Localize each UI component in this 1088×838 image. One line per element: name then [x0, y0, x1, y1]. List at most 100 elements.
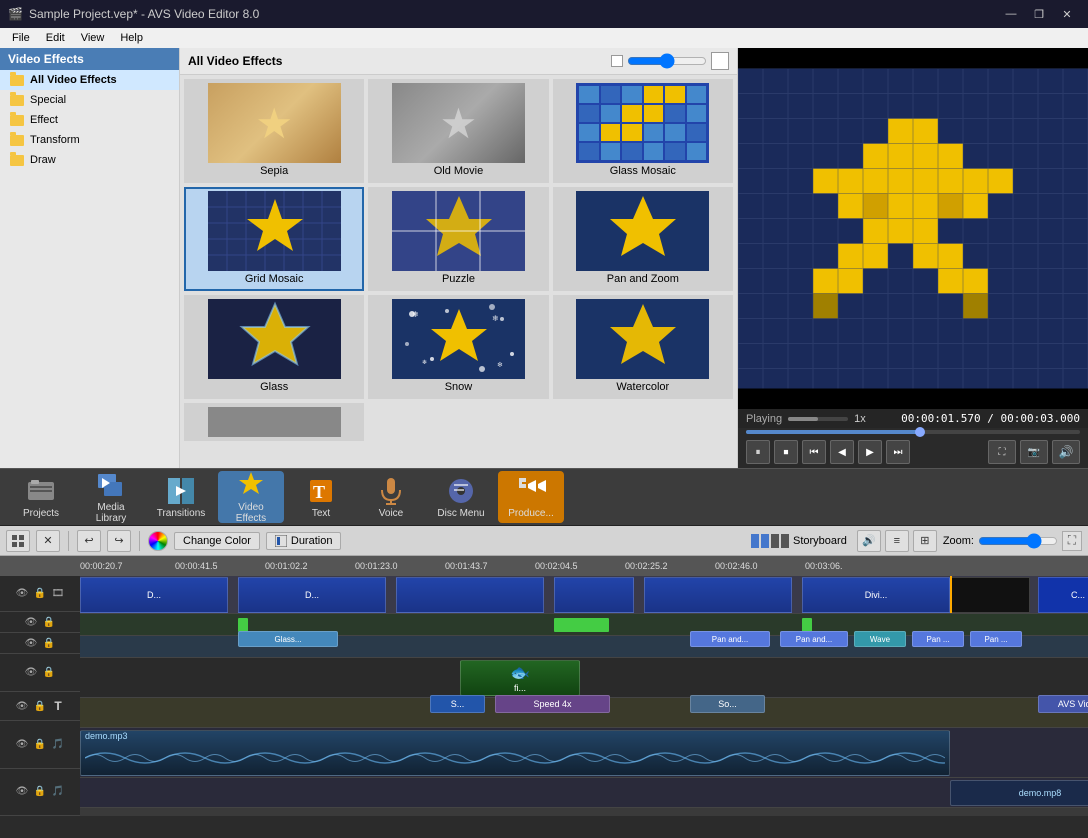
tl-delete-button[interactable]: ✕: [36, 530, 60, 552]
fullscreen-button[interactable]: ⛶: [988, 440, 1016, 464]
effect-clip-pan1[interactable]: Pan and...: [690, 631, 770, 647]
track-lock3[interactable]: 🔒: [42, 636, 56, 650]
folder-icon: [10, 115, 24, 126]
video-clip-1[interactable]: D...: [80, 577, 228, 613]
audio-clip-demo-mp3[interactable]: demo.mp3: [80, 730, 950, 776]
tl-grid-button[interactable]: [6, 530, 30, 552]
projects-button[interactable]: Projects: [8, 471, 74, 523]
effect-extra1[interactable]: [184, 403, 364, 441]
track-music2-icon: 🎵: [51, 785, 65, 799]
menu-file[interactable]: File: [4, 30, 38, 46]
video-track-row: D... D... Divi...: [80, 576, 1088, 614]
track-ctrl-overlay: 👁 🔒: [0, 612, 80, 633]
ruler-mark-9: 00:03:06.: [805, 561, 843, 571]
size-large-button[interactable]: [711, 52, 729, 70]
track-eye2[interactable]: 👁: [24, 615, 38, 629]
transitions-button[interactable]: Transitions: [148, 471, 214, 523]
video-clip-6[interactable]: Divi...: [802, 577, 950, 613]
seek-bar[interactable]: [746, 430, 1080, 434]
stop-button[interactable]: ⏹: [774, 440, 798, 464]
preview-panel: Playing 1x 00:00:01.570 / 00:00:03.000 ⏸…: [738, 48, 1088, 468]
maximize-button[interactable]: ❐: [1026, 5, 1052, 23]
effect-clip-pan4[interactable]: Pan ...: [970, 631, 1022, 647]
tracks-area[interactable]: D... D... Divi...: [80, 576, 1088, 816]
volume-button[interactable]: 🔊: [1052, 440, 1080, 464]
track-eye7[interactable]: 👁: [15, 785, 29, 799]
disc-menu-button[interactable]: Disc Menu: [428, 471, 494, 523]
effect-watercolor[interactable]: Watercolor: [553, 295, 733, 399]
ruler-mark-3: 00:01:02.2: [265, 561, 308, 571]
size-small-button[interactable]: [611, 55, 623, 67]
color-circle[interactable]: [148, 531, 168, 551]
video-clip-7[interactable]: C...: [1038, 577, 1088, 613]
track-lock5[interactable]: 🔒: [33, 699, 47, 713]
produce-button[interactable]: Produce...: [498, 471, 564, 523]
nav-effect[interactable]: Effect: [0, 110, 179, 130]
minimize-button[interactable]: —: [998, 5, 1024, 23]
effect-clip-pan2[interactable]: Pan and...: [780, 631, 848, 647]
text-clip-so[interactable]: So...: [690, 695, 765, 713]
menu-view[interactable]: View: [73, 30, 113, 46]
tl-undo-button[interactable]: ↩: [77, 530, 101, 552]
text-clip-avs[interactable]: AVS Vid...: [1038, 695, 1088, 713]
video-clip-5[interactable]: [644, 577, 792, 613]
tl-redo-button[interactable]: ↪: [107, 530, 131, 552]
tl-extra2[interactable]: ⊞: [913, 530, 937, 552]
expand-button[interactable]: ⛶: [1062, 531, 1082, 551]
effect-oldmovie[interactable]: ★ Old Movie: [368, 79, 548, 183]
effects-grid-area[interactable]: ★ Sepia ★ Old Movie: [180, 75, 737, 468]
track-eye5[interactable]: 👁: [15, 699, 29, 713]
close-button[interactable]: ✕: [1054, 5, 1080, 23]
size-slider[interactable]: [627, 53, 707, 69]
track-lock6[interactable]: 🔒: [33, 737, 47, 751]
nav-special[interactable]: Special: [0, 90, 179, 110]
track-lock7[interactable]: 🔒: [33, 785, 47, 799]
sound-button[interactable]: 🔊: [857, 530, 881, 552]
prev-button[interactable]: ◀: [830, 440, 854, 464]
track-lock2[interactable]: 🔒: [42, 615, 56, 629]
media-clip-fish[interactable]: 🐟 fi...: [460, 660, 580, 696]
track-eye-icon[interactable]: 👁: [15, 587, 29, 601]
effect-glass[interactable]: Glass: [184, 295, 364, 399]
track-eye3[interactable]: 👁: [24, 636, 38, 650]
nav-transform[interactable]: Transform: [0, 130, 179, 150]
menu-help[interactable]: Help: [112, 30, 151, 46]
voice-button[interactable]: Voice: [358, 471, 424, 523]
track-eye6[interactable]: 👁: [15, 737, 29, 751]
video-effects-button[interactable]: Video Effects: [218, 471, 284, 523]
nav-draw[interactable]: Draw: [0, 150, 179, 170]
effect-gridmosaic[interactable]: Grid Mosaic: [184, 187, 364, 291]
video-clip-3[interactable]: [396, 577, 544, 613]
media-library-button[interactable]: Media Library: [78, 471, 144, 523]
play-pause-button[interactable]: ⏸: [746, 440, 770, 464]
text-button[interactable]: T Text: [288, 471, 354, 523]
storyboard-label[interactable]: Storyboard: [793, 535, 847, 547]
effect-clip-pan3[interactable]: Pan ...: [912, 631, 964, 647]
next-button[interactable]: ▶: [858, 440, 882, 464]
track-lock-icon[interactable]: 🔒: [33, 587, 47, 601]
effect-snow[interactable]: ❄ ❄ ❄ ❄ Snow: [368, 295, 548, 399]
prev-frame-button[interactable]: ⏮: [802, 440, 826, 464]
effect-panzoom[interactable]: Pan and Zoom: [553, 187, 733, 291]
track-eye4[interactable]: 👁: [24, 666, 38, 680]
effect-clip-wave[interactable]: Wave: [854, 631, 906, 647]
text-clip-s[interactable]: S...: [430, 695, 485, 713]
video-clip-4[interactable]: [554, 577, 634, 613]
change-color-button[interactable]: Change Color: [174, 532, 260, 550]
effect-clip-glass[interactable]: Glass...: [238, 631, 338, 647]
next-frame-button[interactable]: ⏭: [886, 440, 910, 464]
duration-button[interactable]: Duration: [266, 532, 342, 550]
tl-extra1[interactable]: ≡: [885, 530, 909, 552]
effect-puzzle[interactable]: Puzzle: [368, 187, 548, 291]
audio-clip-demo-mp8[interactable]: demo.mp8: [950, 780, 1088, 806]
video-clip-2[interactable]: D...: [238, 577, 386, 613]
video-clip-black[interactable]: [950, 577, 1030, 613]
track-lock4[interactable]: 🔒: [42, 666, 56, 680]
effect-sepia[interactable]: ★ Sepia: [184, 79, 364, 183]
menu-edit[interactable]: Edit: [38, 30, 73, 46]
nav-all-effects[interactable]: All Video Effects: [0, 70, 179, 90]
effect-glassmosaic[interactable]: Glass Mosaic: [553, 79, 733, 183]
snapshot-button[interactable]: 📷: [1020, 440, 1048, 464]
text-clip-speed[interactable]: Speed 4x: [495, 695, 610, 713]
zoom-slider[interactable]: [978, 533, 1058, 549]
